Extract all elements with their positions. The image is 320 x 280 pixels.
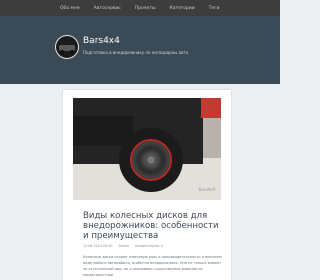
- post-author[interactable]: Admin: [118, 244, 129, 248]
- main-nav: Обо мне Автосервис Проекты Категории Тег…: [60, 0, 220, 16]
- site-title[interactable]: Bars4x4: [83, 36, 120, 46]
- site-avatar[interactable]: [55, 35, 79, 59]
- top-navigation-bar: Обо мне Автосервис Проекты Категории Тег…: [0, 0, 280, 16]
- nav-item-projects[interactable]: Проекты: [135, 6, 156, 11]
- post-card: Bars4x4 Виды колесных дисков для внедоро…: [63, 90, 231, 280]
- post-title[interactable]: Виды колесных дисков для внедорожников: …: [83, 211, 219, 241]
- post-meta: 13.06.2024 09:30 Admin Комментарии: 0: [83, 244, 163, 248]
- site-description: Подготовка и внедорожнику по ногоциарны …: [83, 50, 189, 55]
- nav-item-about[interactable]: Обо мне: [60, 6, 80, 11]
- site-header: Bars4x4 Подготовка и внедорожнику по ног…: [0, 16, 280, 84]
- post-comments[interactable]: Комментарии: 0: [135, 244, 163, 248]
- red-vehicle-part: [201, 98, 221, 118]
- nav-item-autoservice[interactable]: Автосервис: [94, 6, 121, 11]
- nav-item-tags[interactable]: Теги: [209, 6, 220, 11]
- post-date: 13.06.2024 09:30: [83, 244, 113, 248]
- image-watermark: Bars4x4: [198, 187, 215, 192]
- post-featured-image[interactable]: Bars4x4: [73, 98, 221, 200]
- car-icon: [59, 45, 75, 54]
- post-excerpt: Колесные диски играют ключевую роль в пр…: [83, 255, 222, 277]
- wheel-hub: [147, 156, 155, 164]
- nav-item-categories[interactable]: Категории: [170, 6, 195, 11]
